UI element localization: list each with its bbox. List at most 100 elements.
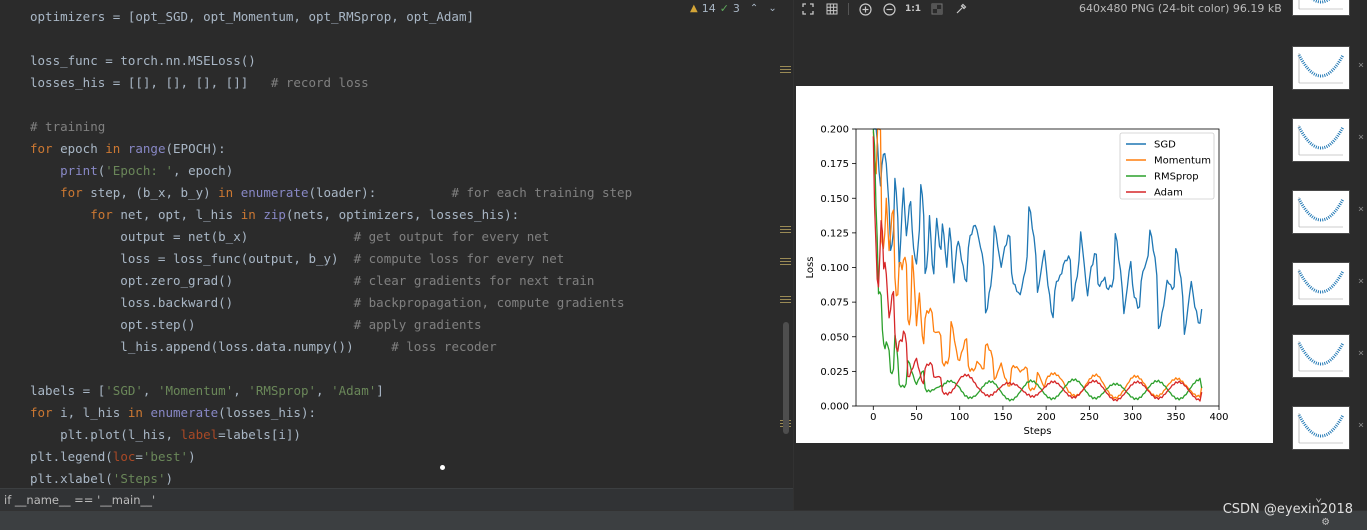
- scroll-thumb[interactable]: [783, 322, 789, 434]
- image-thumbnail[interactable]: [1292, 190, 1350, 234]
- image-thumbnail[interactable]: [1292, 46, 1350, 90]
- code-line[interactable]: for net, opt, l_his in zip(nets, optimiz…: [30, 204, 632, 226]
- code-token: 'Epoch: ': [105, 163, 174, 178]
- code-token: l_his.append(loss.data.numpy()): [30, 339, 392, 354]
- code-line[interactable]: for i, l_his in enumerate(losses_his):: [30, 402, 632, 424]
- breadcrumb[interactable]: if __name__ == '__main__': [0, 488, 793, 510]
- code-token: losses_his = [[], [], [], []]: [30, 75, 271, 90]
- code-token: # for each training step: [451, 185, 633, 200]
- close-icon[interactable]: ×: [1358, 132, 1364, 143]
- code-line[interactable]: plt.xlabel('Steps'): [30, 468, 632, 488]
- close-icon[interactable]: ×: [1358, 348, 1364, 359]
- zoom-in-icon[interactable]: [857, 1, 873, 17]
- code-line[interactable]: plt.legend(loc='best'): [30, 446, 632, 468]
- code-line[interactable]: plt.plot(l_his, label=labels[i]): [30, 424, 632, 446]
- actual-size-icon[interactable]: 1:1: [905, 1, 921, 17]
- image-thumbnail[interactable]: [1292, 334, 1350, 378]
- previous-highlight-icon[interactable]: ⌃: [750, 3, 758, 14]
- status-bar: [0, 510, 1367, 530]
- x-tick-label: 250: [1080, 412, 1099, 423]
- code-line[interactable]: # training: [30, 116, 632, 138]
- background-icon[interactable]: [929, 1, 945, 17]
- code-line[interactable]: losses_his = [[], [], [], []] # record l…: [30, 72, 632, 94]
- y-axis-label: Loss: [805, 257, 816, 279]
- code-line[interactable]: labels = ['SGD', 'Momentum', 'RMSprop', …: [30, 380, 632, 402]
- code-editor[interactable]: optimizers = [opt_SGD, opt_Momentum, opt…: [0, 0, 793, 488]
- code-token: (losses_his):: [218, 405, 317, 420]
- close-icon[interactable]: ×: [1358, 420, 1364, 431]
- mouse-cursor: [440, 465, 445, 470]
- y-tick-label: 0.000: [820, 402, 849, 413]
- code-token: # get output for every net: [353, 229, 550, 244]
- code-token: i, l_his: [52, 405, 128, 420]
- toolbar-separator: [848, 3, 849, 15]
- grid-icon[interactable]: [824, 1, 840, 17]
- warning-marker[interactable]: [780, 226, 791, 233]
- code-area[interactable]: optimizers = [opt_SGD, opt_Momentum, opt…: [30, 6, 632, 488]
- code-token: plt.legend(: [30, 449, 113, 464]
- image-thumbnail[interactable]: [1292, 262, 1350, 306]
- code-line[interactable]: print('Epoch: ', epoch): [30, 160, 632, 182]
- code-line[interactable]: l_his.append(loss.data.numpy()) # loss r…: [30, 336, 632, 358]
- fit-screen-icon[interactable]: [800, 1, 816, 17]
- loss-chart: 0 50 100 150 200 250 300 350 400 0.000 0.025 0.050 0…: [805, 125, 1229, 438]
- code-line[interactable]: output = net(b_x) # get output for every…: [30, 226, 632, 248]
- code-token: ): [188, 449, 196, 464]
- code-token: in: [218, 185, 234, 200]
- code-line[interactable]: loss_func = torch.nn.MSELoss(): [30, 50, 632, 72]
- code-token: # clear gradients for next train: [353, 273, 595, 288]
- close-icon[interactable]: ×: [1358, 276, 1364, 287]
- warning-marker[interactable]: [780, 296, 791, 303]
- warning-marker[interactable]: [780, 258, 791, 265]
- x-tick-label: 400: [1209, 412, 1228, 423]
- code-line[interactable]: opt.step() # apply gradients: [30, 314, 632, 336]
- image-canvas: 0 50 100 150 200 250 300 350 400 0.000 0.025 0.050 0…: [796, 86, 1273, 443]
- image-thumbnail[interactable]: [1292, 118, 1350, 162]
- code-line[interactable]: loss = loss_func(output, b_y) # compute …: [30, 248, 632, 270]
- image-thumbnail[interactable]: [1292, 0, 1350, 16]
- image-info: 640x480 PNG (24-bit color) 96.19 kB: [1079, 2, 1282, 15]
- breadcrumb-item[interactable]: if __name__ == '__main__': [4, 493, 155, 507]
- image-thumbnail[interactable]: [1292, 406, 1350, 450]
- code-line[interactable]: [30, 358, 632, 380]
- legend-label: RMSprop: [1154, 172, 1199, 183]
- editor-scrollbar[interactable]: [778, 0, 792, 488]
- code-token: range: [127, 141, 166, 156]
- code-line[interactable]: for epoch in range(EPOCH):: [30, 138, 632, 160]
- x-tick-label: 350: [1166, 412, 1185, 423]
- warning-icon: ▲: [690, 2, 698, 14]
- zoom-out-icon[interactable]: [881, 1, 897, 17]
- code-line[interactable]: loss.backward() # backpropagation, compu…: [30, 292, 632, 314]
- code-line[interactable]: [30, 94, 632, 116]
- y-tick-label: 0.150: [820, 194, 849, 205]
- y-tick-label: 0.050: [820, 332, 849, 343]
- close-icon[interactable]: ×: [1358, 60, 1364, 71]
- code-line[interactable]: optimizers = [opt_SGD, opt_Momentum, opt…: [30, 6, 632, 28]
- code-token: net, opt, l_his: [112, 207, 241, 222]
- color-picker-icon[interactable]: [953, 1, 969, 17]
- code-token: enumerate: [150, 405, 219, 420]
- code-token: epoch: [52, 141, 106, 156]
- warning-marker[interactable]: [780, 66, 791, 73]
- code-token: loss.backward(): [30, 295, 354, 310]
- ok-count: 3: [732, 1, 740, 15]
- inspection-widget[interactable]: ▲ 14 ✓ 3 ⌃ ⌄: [690, 0, 777, 16]
- close-icon[interactable]: ×: [1358, 204, 1364, 215]
- code-token: labels = [: [30, 383, 106, 398]
- code-line[interactable]: for step, (b_x, b_y) in enumerate(loader…: [30, 182, 632, 204]
- code-token: 'Steps': [112, 471, 166, 486]
- code-token: 'RMSprop': [248, 383, 317, 398]
- gear-icon[interactable]: ⚙: [1322, 514, 1329, 528]
- code-line[interactable]: [30, 28, 632, 50]
- code-token: loc: [112, 449, 136, 464]
- code-token: 'Momentum': [157, 383, 234, 398]
- code-token: ,: [316, 383, 332, 398]
- code-token: # training: [30, 119, 106, 134]
- code-token: optimizers = [opt_SGD, opt_Momentum, opt…: [30, 9, 475, 24]
- next-highlight-icon[interactable]: ⌄: [768, 3, 776, 14]
- code-line[interactable]: opt.zero_grad() # clear gradients for ne…: [30, 270, 632, 292]
